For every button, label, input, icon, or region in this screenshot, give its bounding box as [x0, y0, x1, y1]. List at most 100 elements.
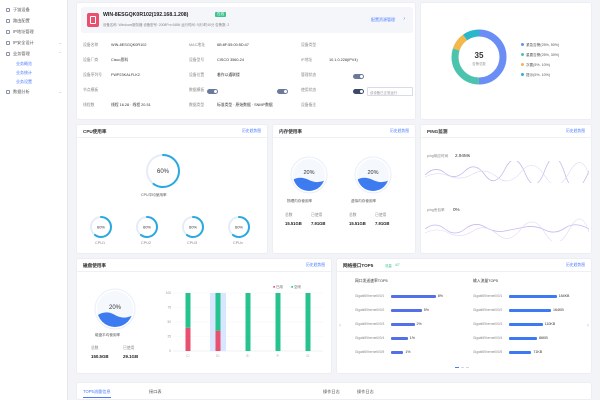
cpu-history-link[interactable]: 历史趋势图	[242, 129, 261, 134]
sidebar-sub-stats[interactable]: 业务统计	[0, 68, 67, 77]
cpu-core-value: 60%	[97, 225, 105, 230]
legend-dot	[521, 73, 524, 76]
state-input[interactable]: 该设备已正常运行	[367, 87, 413, 96]
x-tick-label: E:	[246, 354, 249, 358]
tab-oplog-2[interactable]: 操作日志	[357, 389, 374, 395]
sidebar-item-business[interactable]: 业务管理 ⌃	[0, 48, 67, 59]
network-row-value: 110KB	[544, 322, 556, 326]
cpu-core-label: CPU1	[95, 241, 106, 245]
info-value: FWP23KALFLK2	[111, 73, 140, 77]
memory-gauge: 20%	[354, 156, 392, 194]
legend-free: ■ 空闲	[291, 285, 301, 289]
manage-toggle[interactable]	[353, 74, 364, 79]
arrow-right-icon[interactable]: ›	[403, 16, 405, 22]
x-tick-label: F:	[277, 354, 280, 358]
network-row-value: 86KB	[539, 336, 548, 340]
network-row-bar	[509, 309, 551, 312]
bar-free	[215, 293, 221, 331]
ping-history-link[interactable]: 历史趋势图	[566, 129, 585, 134]
network-row-bar	[509, 337, 537, 340]
template-toggle[interactable]	[207, 89, 218, 94]
disk-history-link[interactable]: 历史趋势图	[306, 263, 325, 268]
device-subline: 设备名称: Windows服务器 设备型号: 2008Pro 64Bit 运行时…	[103, 23, 230, 27]
network-row-label: GigabitEthernet0/0/1	[355, 294, 385, 298]
info-label: 设备类型	[301, 43, 317, 47]
chevron-down-icon: ⌄	[58, 89, 62, 94]
alarm-total: 35	[475, 51, 484, 60]
sidebar: 于链设备 路由配置 IP地址管理 IP安全设计 ⌄ 业务管理 ⌃ 业务概览 业务统计…	[0, 0, 68, 400]
chevron-down-icon: ⌄	[58, 40, 62, 45]
next-arrow-icon[interactable]: ›	[587, 323, 589, 329]
chart-icon	[6, 89, 10, 94]
tab-interfaces[interactable]: 接口表	[149, 389, 162, 395]
network-row-bar	[509, 323, 543, 326]
sidebar-item-analysis[interactable]: 数据分析 ⌄	[0, 86, 67, 97]
ping-latency-label: ping响应时间	[427, 154, 449, 158]
sidebar-item-ip[interactable]: IP地址管理	[0, 26, 67, 37]
network-row-label: GigabitEthernet0/0/3	[473, 322, 503, 326]
disk-total: 150.5GB	[91, 354, 109, 359]
bar-used	[185, 327, 191, 351]
info-label: 设备型号	[189, 58, 205, 62]
cpu-core-ring: 60%	[90, 216, 112, 238]
network-row-value: 184KB	[558, 294, 570, 298]
sidebar-sub-overview[interactable]: 业务概览	[0, 59, 67, 68]
network-row-bar	[391, 323, 415, 326]
y-tick-label: 0	[169, 349, 171, 353]
disk-value-label: 磁盘平均使用率	[95, 333, 121, 337]
info-label: 节点模板	[83, 88, 99, 92]
network-history-link[interactable]: 历史趋势图	[566, 263, 585, 268]
info-label: 数据模板	[189, 88, 205, 92]
info-label: 设备名称	[83, 43, 99, 47]
ping-latency-value: 2.94Ms	[455, 153, 471, 158]
y-tick-label: 75	[167, 306, 171, 310]
cpu-main-value: 60%	[157, 169, 170, 175]
memory-card: 内存使用率 历史趋势图 20% 物理内存使用率 总数 15.51GB 已使用 7.91GB…	[272, 124, 417, 254]
network-row-label: GigabitEthernet0/0/4	[355, 336, 385, 340]
pager-dot[interactable]	[461, 367, 464, 369]
network-row-value: 71KB	[533, 350, 543, 354]
network-row-label: GigabitEthernet0/0/5	[355, 350, 385, 354]
legend-dot	[521, 63, 524, 66]
prev-arrow-icon[interactable]: ‹	[339, 323, 341, 329]
bottom-tabs: TOP5流量信息 接口表 操作日志 操作日志	[76, 382, 592, 400]
info-value: WIN-8ESGQK0R102	[111, 43, 147, 47]
legend-dot	[521, 53, 524, 56]
memory-history-link[interactable]: 历史趋势图	[390, 129, 409, 134]
cpu-title: CPU使用率	[83, 129, 107, 134]
ping-card: PING监测 历史趋势图 ping响应时间 2.94Ms ping丢包率 0%	[420, 124, 593, 254]
config-link[interactable]: 配置资源管理	[371, 17, 395, 23]
alarm-legend-label: 提示(5%, 10%)	[526, 73, 550, 77]
alarm-card: 35 告警总数 紧急告警(25%, 50%) 重要告警(25%, 30%) 次要(5…	[420, 2, 592, 120]
y-tick-label: 100	[166, 291, 172, 295]
tab-top5[interactable]: TOP5流量信息	[83, 389, 111, 398]
tab-oplog[interactable]: 操作日志	[323, 389, 340, 395]
sidebar-item-security[interactable]: IP安全设计 ⌄	[0, 37, 67, 48]
x-tick-label: D:	[216, 354, 219, 358]
network-row-label: GigabitEthernet0/0/2	[473, 308, 503, 312]
data-template-toggle[interactable]	[277, 89, 288, 94]
chevron-up-icon: ⌃	[58, 51, 62, 56]
network-row-label: GigabitEthernet0/0/2	[355, 308, 385, 312]
cpu-core-ring: 60%	[182, 216, 204, 238]
info-label: 设备厂商	[83, 58, 99, 62]
cpu-core-ring: 60%	[228, 216, 250, 238]
sidebar-item-route[interactable]: 路由配置	[0, 15, 67, 26]
pager-dot[interactable]	[466, 367, 469, 369]
network-row-value: 2%	[416, 322, 422, 326]
memory-gauge-label: 物理内存使用率	[287, 199, 313, 203]
ping-latency-sparkline	[425, 161, 589, 183]
network-badge-count: 4/7	[395, 263, 400, 267]
info-label: 管理状态	[301, 73, 317, 77]
sidebar-sub-settings[interactable]: 业务设置	[0, 77, 67, 86]
bar-free	[275, 293, 281, 351]
alarm-legend-item: 紧急告警(25%, 50%)	[521, 43, 559, 48]
network-row-bar	[391, 295, 436, 298]
cpu-core-label: CPUx	[233, 241, 243, 245]
alarm-legend-item: 次要(5%, 10%)	[521, 63, 550, 68]
sidebar-item-device[interactable]: 于链设备	[0, 4, 67, 15]
pager-dot-active[interactable]	[455, 367, 459, 369]
use-toggle[interactable]	[353, 89, 364, 94]
disk-title: 磁盘使用率	[83, 263, 106, 268]
route-icon	[6, 18, 10, 23]
